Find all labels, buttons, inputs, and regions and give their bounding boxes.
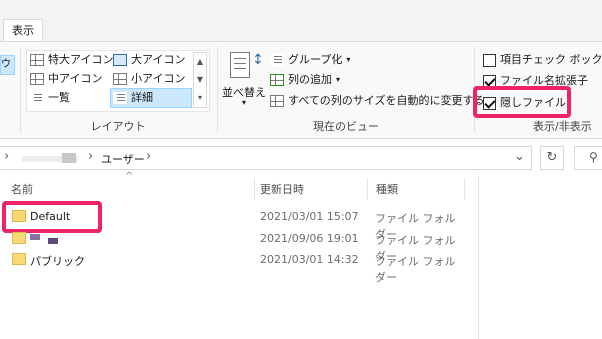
layout-scroll-buttons: ▲ ▼ ▾ — [193, 52, 207, 108]
breadcrumb-users[interactable]: ユーザー — [101, 151, 145, 167]
fit-columns-button[interactable]: すべての列のサイズを自動的に変更する — [270, 92, 484, 110]
list-item[interactable]: パブリック 2021/03/01 14:32 ファイル フォルダー — [8, 249, 464, 284]
file-name: パブリック — [30, 255, 85, 268]
redacted-path-block — [62, 153, 76, 163]
layout-medium-icons-label: 中アイコン — [48, 72, 103, 85]
breadcrumb-separator-icon: › — [146, 149, 152, 164]
sort-icon — [230, 52, 250, 78]
folder-icon — [12, 253, 26, 265]
preview-pane-divider — [478, 175, 479, 339]
file-type: ファイル フォルダー — [375, 255, 456, 284]
column-divider — [254, 178, 255, 200]
hidden-items-highlight — [473, 86, 571, 118]
redacted-name-block — [30, 234, 40, 240]
layout-large-icons-label: 大アイコン — [131, 53, 186, 66]
layout-large-icons-button[interactable]: 大アイコン — [113, 51, 185, 69]
layout-details-label: 詳細 — [131, 91, 153, 104]
ribbon-left-cut-button[interactable]: ウ — [0, 55, 15, 75]
breadcrumb-separator-icon: › — [4, 149, 10, 164]
file-modified: 2021/03/01 15:07 — [260, 210, 359, 223]
group-by-icon — [270, 54, 284, 66]
refresh-icon: ↻ — [546, 150, 558, 165]
item-checkboxes-label: 項目チェック ボックス — [500, 53, 602, 66]
details-icon — [113, 92, 127, 104]
list-item[interactable]: 2021/09/06 19:01 ファイル フォルダー — [8, 228, 464, 263]
scroll-more-button[interactable]: ▾ — [194, 89, 206, 107]
list-icon — [30, 92, 44, 104]
group-by-label: グループ化 — [288, 53, 343, 66]
current-view-group-label: 現在のビュー — [313, 120, 379, 133]
sort-dropdown-icon: ▾ — [242, 98, 247, 107]
layout-small-icons-button[interactable]: 小アイコン — [113, 70, 185, 88]
xl-icons-icon — [30, 54, 44, 66]
sort-indicator-icon: ^ — [125, 171, 134, 182]
column-header-type[interactable]: 種類 — [376, 181, 398, 197]
search-icon: ⚲ — [589, 150, 598, 164]
column-divider — [464, 178, 465, 200]
show-hide-group-label: 表示/非表示 — [533, 120, 592, 133]
layout-small-icons-label: 小アイコン — [131, 72, 186, 85]
column-header-modified[interactable]: 更新日時 — [260, 181, 304, 197]
layout-group-label: レイアウト — [90, 120, 146, 133]
layout-xl-icons-label: 特大アイコン — [48, 53, 114, 66]
tab-view[interactable]: 表示 — [3, 19, 43, 41]
add-column-label: 列の追加 — [288, 73, 332, 86]
small-icons-icon — [113, 73, 127, 85]
refresh-button[interactable]: ↻ — [540, 146, 564, 170]
ribbon-tab-strip — [0, 0, 602, 41]
ribbon-divider — [20, 47, 21, 133]
group-by-button[interactable]: グループ化 ▾ — [270, 51, 350, 69]
column-header-name[interactable]: 名前 — [11, 181, 33, 197]
fit-columns-label: すべての列のサイズを自動的に変更する — [288, 94, 485, 107]
layout-list-button[interactable]: 一覧 — [30, 89, 70, 107]
redacted-name-block — [48, 238, 58, 244]
breadcrumb-separator-icon: › — [88, 149, 94, 164]
add-column-dropdown-icon: ▾ — [336, 75, 341, 84]
sort-arrow-icon: ↕ — [252, 52, 264, 68]
scroll-down-button[interactable]: ▼ — [194, 71, 206, 89]
column-divider — [367, 178, 368, 200]
address-dropdown-icon[interactable]: ⌄ — [514, 149, 525, 164]
layout-medium-icons-button[interactable]: 中アイコン — [30, 70, 102, 88]
large-icons-icon — [113, 54, 127, 66]
file-modified: 2021/09/06 19:01 — [260, 232, 359, 245]
item-checkboxes-toggle[interactable]: 項目チェック ボックス — [483, 51, 602, 69]
medium-icons-icon — [30, 73, 44, 85]
item-checkboxes-checkbox[interactable] — [483, 53, 496, 67]
add-column-icon — [270, 74, 284, 86]
address-bar[interactable] — [0, 146, 532, 170]
layout-details-button[interactable]: 詳細 — [110, 88, 192, 108]
fit-columns-icon — [270, 95, 284, 107]
folder-icon — [12, 232, 26, 244]
layout-list-label: 一覧 — [48, 91, 70, 104]
group-by-dropdown-icon: ▾ — [346, 55, 351, 64]
file-modified: 2021/03/01 14:32 — [260, 253, 359, 266]
search-box[interactable]: ⚲ — [574, 146, 602, 170]
scroll-up-button[interactable]: ▲ — [194, 53, 206, 71]
sort-button[interactable]: ↕ 並べ替え ▾ — [222, 48, 266, 112]
layout-xl-icons-button[interactable]: 特大アイコン — [30, 51, 113, 69]
add-column-button[interactable]: 列の追加 ▾ — [270, 71, 340, 89]
